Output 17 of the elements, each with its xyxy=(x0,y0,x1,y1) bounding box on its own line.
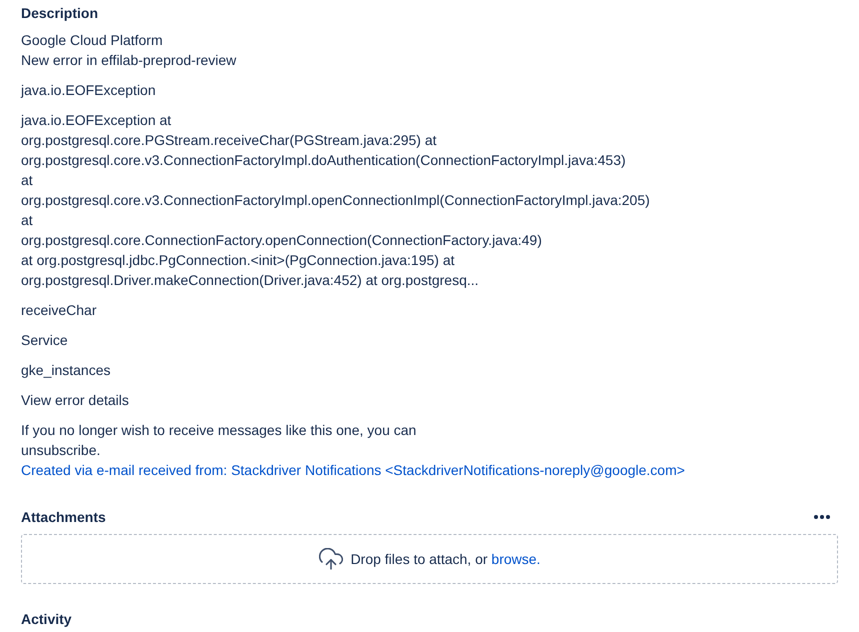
section-heading: Description xyxy=(21,4,98,23)
file-dropzone[interactable]: Drop files to attach, or browse. xyxy=(21,534,838,584)
description-text: View error details xyxy=(21,391,129,410)
section-heading: Attachments xyxy=(21,508,106,527)
description-text: Google Cloud Platform New error in effilab-preprod-review xyxy=(21,31,236,70)
description-text: gke_instances xyxy=(21,361,111,380)
description-text: Service xyxy=(21,331,68,350)
description-text: receiveChar xyxy=(21,301,96,320)
description-text: java.io.EOFException xyxy=(21,81,156,100)
cloud-upload-icon xyxy=(318,548,343,570)
description-text: If you no longer wish to receive messages like this one, you can unsubscribe. xyxy=(21,421,416,460)
section-heading: Activity xyxy=(21,610,72,629)
description-text: java.io.EOFException at org.postgresql.core.PGStream.receiveChar(PGStream.java:295) at org.postgresql.core.v3.ConnectionFactoryImpl.doAuthentication(ConnectionFactoryImpl.java:453) at org.postgresql.core.v3.ConnectionFactoryImpl.openConnectionImpl(ConnectionFactoryImpl.java:205) at org.postgresql.core.ConnectionFactory.openConnection(ConnectionFactory.java:49) at org.postgresql.jdbc.PgConnection.<init>(PgConnection.java:195) at org.postgresql.Driver.makeConnection(Driver.java:452) at org.postgresq... xyxy=(21,111,650,290)
email-source-link[interactable]: Created via e-mail received from: Stackdriver Notifications <StackdriverNotifications-noreply@google.com> xyxy=(21,460,685,480)
more-options-icon[interactable] xyxy=(814,513,830,521)
browse-link[interactable]: browse. xyxy=(491,551,540,567)
dropzone-text: Drop files to attach, or browse. xyxy=(350,550,540,569)
